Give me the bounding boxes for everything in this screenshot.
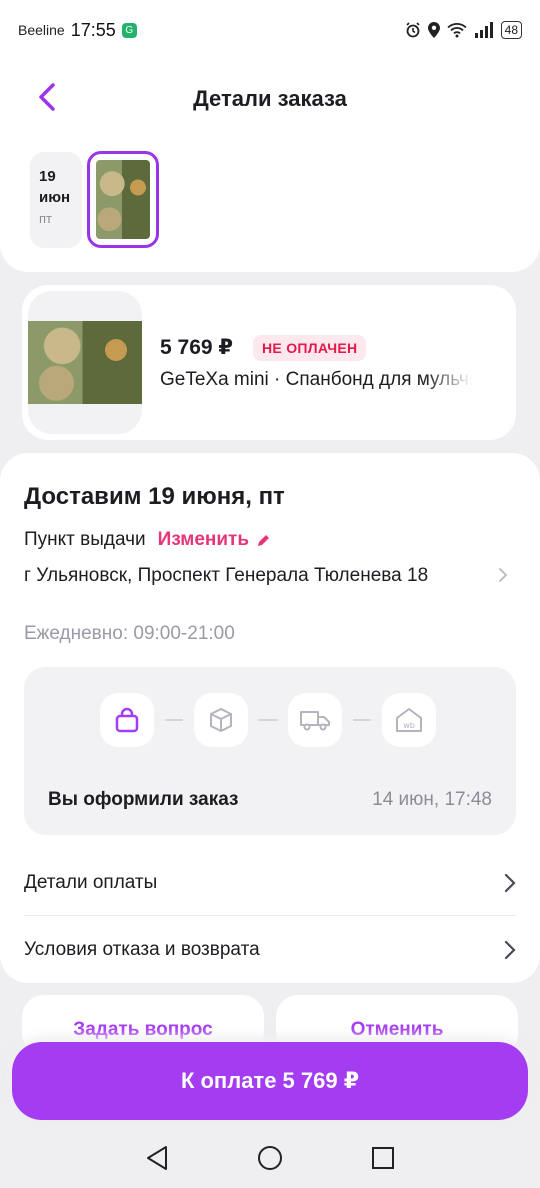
date-month: июн: [39, 189, 71, 206]
location-icon: [427, 22, 440, 38]
alarm-icon: [406, 22, 420, 38]
page-title: Детали заказа: [193, 86, 347, 111]
pickup-row: Пункт выдачи Изменить: [24, 529, 271, 551]
product-card[interactable]: 5 769 ₽ НЕ ОПЛАЧЕН GeTeXa mini · Спанбон…: [22, 285, 516, 440]
change-link-label: Изменить: [157, 529, 250, 550]
step-connector: [165, 719, 183, 721]
tracking-status: Вы оформили заказ: [48, 789, 239, 810]
product-name: GeTeXa mini · Спанбонд для мульчирования: [160, 369, 472, 390]
pencil-icon: [258, 535, 270, 546]
tracking-steps: wb: [100, 693, 436, 747]
status-right: 48: [405, 21, 522, 39]
product-thumbnail-image: [96, 160, 150, 239]
box-icon: [210, 708, 232, 732]
pickup-address[interactable]: г Ульяновск, Проспект Генерала Тюленева …: [24, 561, 484, 591]
step-packed: [194, 693, 248, 747]
payment-details-label: Детали оплаты: [24, 871, 158, 893]
app-notification-icon: G: [121, 22, 137, 38]
product-image: [28, 321, 142, 404]
header: Детали заказа 19 июн пт: [0, 60, 540, 272]
step-ordered: [100, 693, 154, 747]
system-nav-bar: [0, 1128, 540, 1188]
svg-text:wb: wb: [403, 721, 415, 730]
pickup-label: Пункт выдачи: [24, 529, 146, 550]
tracking-time: 14 июн, 17:48: [372, 789, 492, 810]
pay-button[interactable]: К оплате 5 769 ₽: [12, 1042, 528, 1120]
date-weekday: пт: [39, 211, 52, 226]
carrier-name: Beeline: [18, 22, 65, 38]
product-price: 5 769 ₽: [160, 336, 233, 359]
wifi-icon: [447, 23, 467, 38]
wb-pickup-icon: wb: [396, 708, 422, 732]
payment-details-row[interactable]: Детали оплаты: [24, 850, 516, 916]
chevron-right-icon: [504, 873, 516, 892]
product-image-frame: [28, 291, 142, 434]
date-chip[interactable]: 19 июн пт: [30, 152, 82, 248]
status-badge: НЕ ОПЛАЧЕН: [253, 335, 367, 361]
selected-product-thumbnail[interactable]: [87, 151, 159, 248]
battery-indicator: 48: [500, 21, 522, 39]
step-shipping: [288, 693, 342, 747]
return-terms-label: Условия отказа и возврата: [24, 939, 260, 960]
step-pickup: wb: [382, 693, 436, 747]
delivery-title: Доставим 19 июня, пт: [24, 483, 285, 510]
nav-home-icon[interactable]: [257, 1145, 283, 1171]
delivery-card: Доставим 19 июня, пт Пункт выдачи Измени…: [0, 453, 540, 983]
clock: 17:55: [70, 19, 116, 40]
order-tracking: wb Вы оформили заказ 14 июн, 17:48: [24, 667, 516, 835]
status-left: Beeline 17:55 G: [18, 20, 137, 41]
bag-icon: [115, 707, 139, 733]
change-pickup-link[interactable]: Изменить: [158, 529, 271, 551]
nav-recents-icon[interactable]: [371, 1146, 395, 1170]
truck-icon: [300, 711, 330, 731]
pickup-hours: Ежедневно: 09:00-21:00: [24, 623, 235, 644]
nav-back-icon[interactable]: [145, 1145, 169, 1171]
signal-icon: [474, 22, 493, 38]
step-connector: [353, 719, 371, 721]
chevron-right-icon: [504, 940, 516, 960]
step-connector: [259, 719, 277, 721]
chevron-right-icon[interactable]: [498, 567, 508, 583]
return-terms-row[interactable]: Условия отказа и возврата: [24, 917, 516, 983]
date-day: 19: [39, 168, 56, 185]
status-bar: Beeline 17:55 G 48: [0, 0, 540, 60]
